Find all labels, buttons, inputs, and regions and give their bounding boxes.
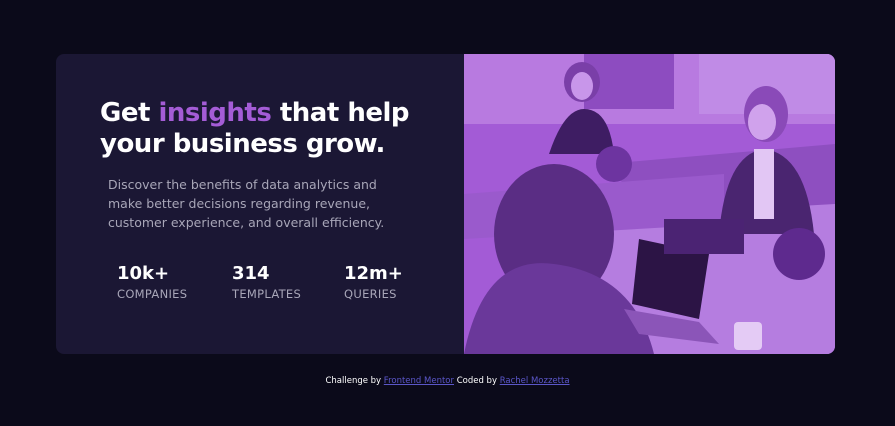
headline-accent: insights: [158, 98, 272, 128]
stat-label: COMPANIES: [117, 287, 188, 301]
coded-prefix: Coded by: [454, 376, 500, 386]
card-content: Get insights that help your business gro…: [56, 54, 464, 354]
frontend-mentor-link[interactable]: Frontend Mentor: [384, 376, 454, 386]
stat-queries: 12m+ QUERIES: [344, 263, 403, 302]
description: Discover the benefits of data analytics …: [108, 177, 385, 230]
page: Get insights that help your business gro…: [0, 0, 895, 426]
stats-card: Get insights that help your business gro…: [56, 54, 835, 354]
stat-templates: 314 TEMPLATES: [232, 263, 301, 302]
headline-text-start: Get: [100, 98, 159, 128]
office-photo: [464, 54, 835, 354]
office-photo-illustration: [464, 54, 835, 354]
stat-value: 12m+: [344, 263, 403, 284]
stat-label: QUERIES: [344, 287, 397, 301]
stat-companies: 10k+ COMPANIES: [117, 263, 187, 302]
stat-value: 10k+: [117, 263, 170, 284]
attribution-footer: Challenge by Frontend Mentor Coded by Ra…: [0, 376, 895, 386]
challenge-prefix: Challenge by: [325, 376, 384, 386]
stat-label: TEMPLATES: [232, 287, 302, 301]
headline: Get insights that help your business gro…: [100, 98, 440, 160]
author-link[interactable]: Rachel Mozzetta: [500, 376, 570, 386]
stat-value: 314: [232, 263, 270, 284]
